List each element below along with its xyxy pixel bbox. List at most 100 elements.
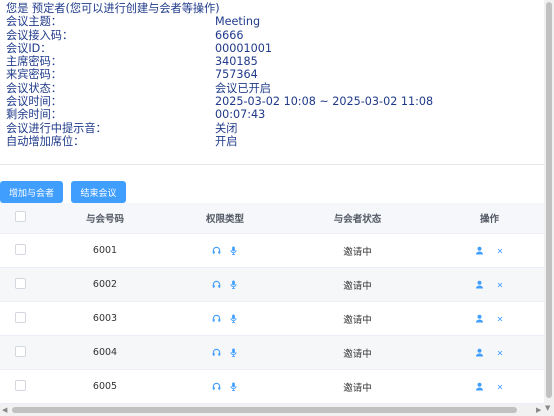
table-row: 6003 邀请中 [0,302,544,336]
info-row-access-code: 会议接入码： 6666 [6,29,536,42]
user-icon[interactable] [475,246,484,255]
info-row-time: 会议时间： 2025-03-02 10:08 ~ 2025-03-02 11:08 [6,95,536,108]
info-row-status: 会议状态： 会议已开启 [6,82,536,95]
user-icon[interactable] [475,348,484,357]
user-icon[interactable] [475,280,484,289]
microphone-icon[interactable] [229,348,238,357]
row-checkbox[interactable] [14,379,26,391]
permission-cell [170,347,280,358]
row-checkbox[interactable] [14,243,26,255]
info-value: 2025-03-02 10:08 ~ 2025-03-02 11:08 [215,95,434,109]
row-checkbox[interactable] [14,345,26,357]
divider [0,164,544,165]
close-icon[interactable] [496,349,504,357]
info-value: 757364 [215,68,258,82]
headset-icon[interactable] [212,314,221,323]
scroll-left-arrow[interactable]: ◀ [2,406,7,414]
scroll-right-arrow[interactable]: ▶ [536,406,541,414]
info-value: 00001001 [215,41,272,55]
participant-number: 6003 [92,313,118,324]
participant-number: 6005 [92,381,118,392]
info-value: 6666 [215,28,244,42]
microphone-icon[interactable] [229,280,238,289]
close-icon[interactable] [496,383,504,391]
actions-cell [435,245,544,256]
row-checkbox[interactable] [14,311,26,323]
info-row-guest-password: 来宾密码： 757364 [6,68,536,81]
table-row: 6002 邀请中 [0,268,544,302]
permission-cell [170,279,280,290]
info-value: 会议已开启 [215,81,271,95]
permission-cell [170,245,280,256]
participant-status: 邀请中 [343,348,372,360]
headset-icon[interactable] [212,280,221,289]
user-icon[interactable] [475,314,484,323]
select-all-checkbox[interactable] [14,211,26,222]
info-row-tone: 会议进行中提示音： 关闭 [6,122,536,135]
info-row-remaining: 剩余时间： 00:07:43 [6,108,536,121]
vertical-scrollbar-thumb[interactable] [546,2,552,398]
horizontal-scrollbar-thumb[interactable] [12,407,517,413]
participant-status: 邀请中 [343,314,372,326]
participant-number: 6004 [92,347,118,358]
microphone-icon[interactable] [229,246,238,255]
column-header: 与会者状态 [333,214,382,225]
row-select-cell [0,243,40,258]
headset-icon[interactable] [212,348,221,357]
role-line: 您是 预定者(您可以进行创建与会者等操作) [6,2,220,15]
permission-cell [170,381,280,392]
participant-status: 邀请中 [343,246,372,258]
participant-number: 6001 [92,245,118,256]
row-select-cell [0,379,40,394]
close-icon[interactable] [496,247,504,255]
row-select-cell [0,277,40,292]
participant-number: 6002 [92,279,118,290]
info-label: 会议时间： [6,95,62,109]
microphone-icon[interactable] [229,314,238,323]
meeting-info: 您是 预定者(您可以进行创建与会者等操作) 会议主题： Meeting 会议接入码… [6,2,536,148]
info-label: 会议主题： [6,15,62,29]
table-row: 6005 邀请中 [0,370,544,404]
info-value: 00:07:43 [215,108,266,122]
info-label: 会议进行中提示音： [6,121,107,135]
actions-cell [435,313,544,324]
microphone-icon[interactable] [229,382,238,391]
info-label: 来宾密码： [6,68,62,82]
select-all-cell [0,211,40,225]
table-header: 与会号码 权限类型 与会者状态 操作 [0,203,544,234]
info-label: 剩余时间： [6,108,62,122]
row-checkbox[interactable] [14,277,26,289]
info-row-chair-password: 主席密码： 340185 [6,55,536,68]
actions-cell [435,347,544,358]
row-select-cell [0,345,40,360]
scroll-down-arrow[interactable]: ▼ [545,404,550,412]
add-participant-button[interactable]: 增加与会者 [0,181,63,203]
participants-table: 与会号码 权限类型 与会者状态 操作 6001 邀请中 6002 邀请中 600… [0,203,544,404]
info-value: 开启 [215,134,238,148]
row-select-cell [0,311,40,326]
headset-icon[interactable] [212,382,221,391]
info-label: 主席密码： [6,55,62,69]
participant-status: 邀请中 [343,280,372,292]
end-meeting-button[interactable]: 结束会议 [71,181,126,203]
info-label: 会议接入码： [6,28,74,42]
info-row-auto-seat: 自动增加席位： 开启 [6,135,536,148]
close-icon[interactable] [496,281,504,289]
headset-icon[interactable] [212,246,221,255]
info-label: 会议ID： [6,41,52,55]
table-body: 6001 邀请中 6002 邀请中 6003 邀请中 6004 邀请中 6005… [0,234,544,404]
column-header: 权限类型 [205,214,244,225]
info-label: 自动增加席位： [6,134,85,148]
info-label: 会议状态： [6,81,62,95]
column-header: 操作 [479,214,499,225]
user-icon[interactable] [475,382,484,391]
info-value: 关闭 [215,121,238,135]
actions-cell [435,279,544,290]
info-value: 340185 [215,55,258,69]
actions-cell [435,381,544,392]
column-header: 与会号码 [85,214,124,225]
participant-status: 邀请中 [343,382,372,394]
close-icon[interactable] [496,315,504,323]
info-row-topic: 会议主题： Meeting [6,15,536,28]
table-row: 6004 邀请中 [0,336,544,370]
